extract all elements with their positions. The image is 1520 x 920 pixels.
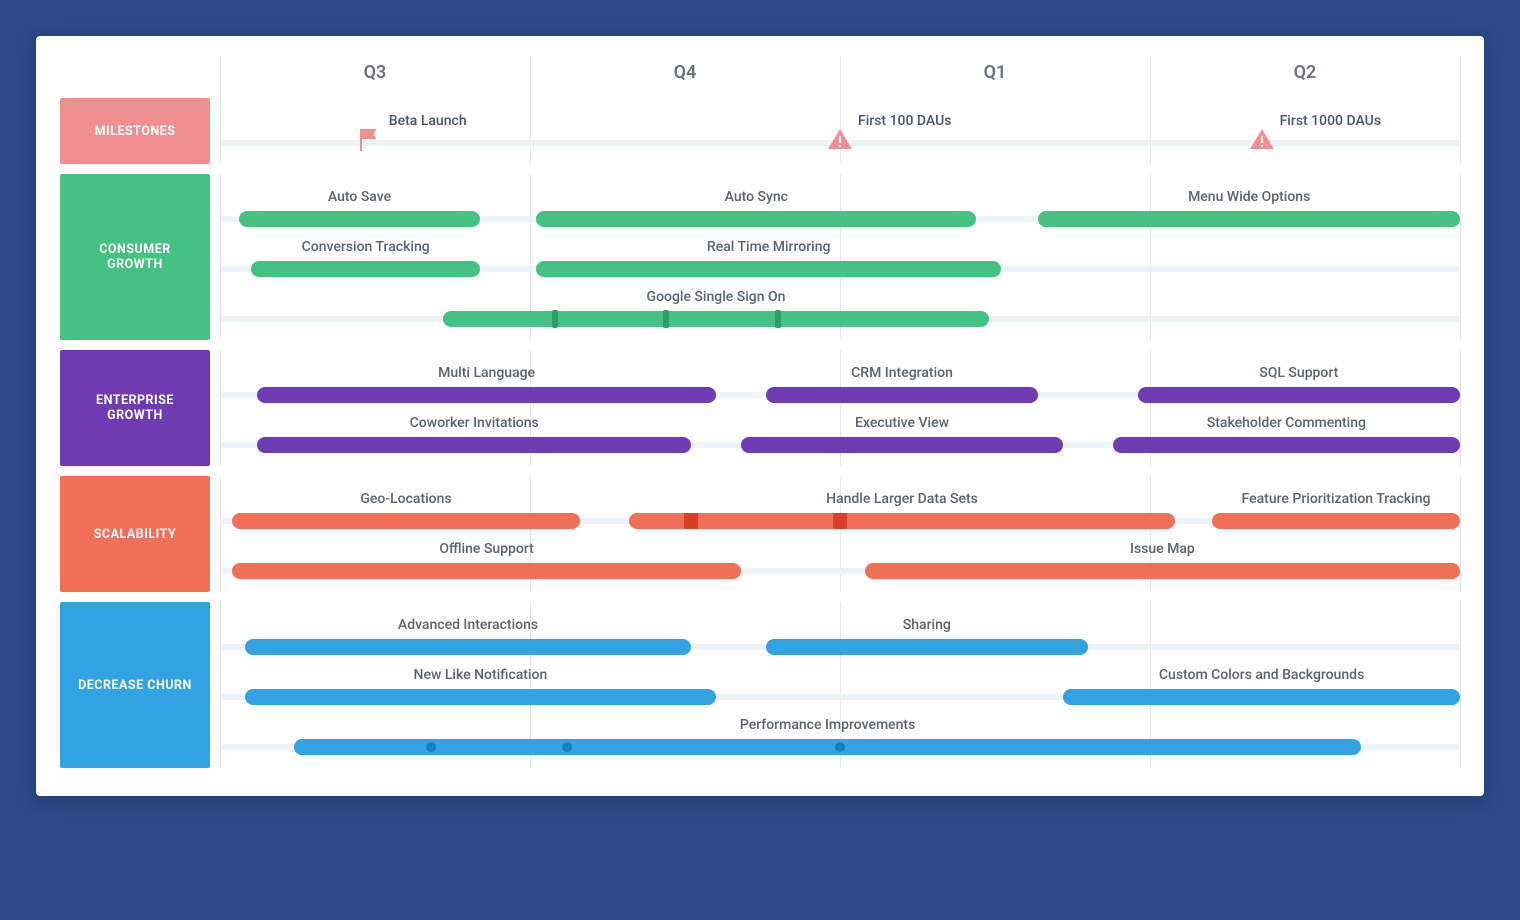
task-bar[interactable] — [232, 513, 579, 529]
warning-icon — [1249, 127, 1275, 155]
lane-block: Beta Launch First 100 DAUs First 1000 DAUs — [220, 98, 1460, 164]
task-bar[interactable] — [865, 563, 1460, 579]
lane-separator — [220, 340, 1460, 350]
task-bar-label: Feature Prioritization Tracking — [1242, 491, 1431, 507]
task-bar-label: Executive View — [855, 415, 949, 431]
task-bar-label: Issue Map — [1130, 541, 1195, 557]
task-tick — [663, 310, 669, 328]
timeline-row: Coworker Invitations Executive View Stakeh… — [220, 408, 1460, 458]
task-tick — [775, 310, 781, 328]
task-dot — [426, 742, 436, 752]
gridline — [1460, 476, 1461, 592]
task-bar[interactable] — [232, 563, 740, 579]
task-bar[interactable] — [257, 437, 691, 453]
gridline — [1460, 56, 1461, 98]
task-bar-label: CRM Integration — [851, 365, 953, 381]
lane-label: DECREASE CHURN — [60, 602, 210, 768]
quarter-label: Q4 — [530, 56, 840, 98]
lane-separator — [220, 164, 1460, 174]
task-bar[interactable] — [1038, 211, 1460, 227]
task-bar[interactable] — [536, 211, 976, 227]
task-bar[interactable] — [239, 211, 481, 227]
timeline-row: Beta Launch First 100 DAUs First 1000 DAUs — [220, 106, 1460, 156]
task-bar-label: Auto Save — [328, 189, 391, 205]
task-tick — [552, 310, 558, 328]
quarter-label: Q2 — [1150, 56, 1460, 98]
task-bar-label: Geo-Locations — [360, 491, 451, 507]
task-marker — [833, 513, 847, 529]
task-bar[interactable] — [251, 261, 480, 277]
gridline — [1460, 350, 1461, 466]
milestone-label: Beta Launch — [389, 113, 467, 129]
task-dot — [835, 742, 845, 752]
task-bar[interactable] — [245, 639, 691, 655]
task-bar-label: Auto Sync — [725, 189, 788, 205]
lane-separator — [60, 340, 210, 350]
quarter-label: Q3 — [220, 56, 530, 98]
warning-icon — [827, 127, 853, 155]
header-spacer — [60, 56, 210, 98]
lane-block: Multi Language CRM Integration SQL Support… — [220, 350, 1460, 466]
timeline-row: Advanced Interactions Sharing — [220, 610, 1460, 660]
lane-label: SCALABILITY — [60, 476, 210, 592]
lane-label: ENTERPRISE GROWTH — [60, 350, 210, 466]
task-bar[interactable] — [257, 387, 716, 403]
task-bar-label: Stakeholder Commenting — [1207, 415, 1366, 431]
task-bar-label: Offline Support — [439, 541, 533, 557]
timeline-row: Conversion Tracking Real Time Mirroring — [220, 232, 1460, 282]
task-bar-label: New Like Notification — [414, 667, 548, 683]
task-bar-label: Handle Larger Data Sets — [826, 491, 978, 507]
timeline-row: Geo-Locations Handle Larger Data Sets Feat… — [220, 484, 1460, 534]
lane-label: CONSUMER GROWTH — [60, 174, 210, 340]
milestone-label: First 100 DAUs — [858, 113, 951, 129]
task-bar-label: Menu Wide Options — [1188, 189, 1310, 205]
task-bar[interactable] — [766, 387, 1039, 403]
gridline — [1460, 602, 1461, 768]
task-bar[interactable] — [536, 261, 1001, 277]
task-marker — [684, 513, 698, 529]
timeline-row: Google Single Sign On — [220, 282, 1460, 332]
lane-label: MILESTONES — [60, 98, 210, 164]
task-bar[interactable] — [1212, 513, 1460, 529]
timeline-row: New Like Notification Custom Colors and B… — [220, 660, 1460, 710]
lane-separator — [60, 592, 210, 602]
lane-separator — [220, 592, 1460, 602]
timeline-row: Auto Save Auto Sync Menu Wide Options — [220, 182, 1460, 232]
task-bar-label: Sharing — [903, 617, 951, 633]
gridline — [1460, 98, 1461, 164]
task-bar[interactable] — [629, 513, 1175, 529]
task-bar-label: Performance Improvements — [740, 717, 915, 733]
task-bar-label: Google Single Sign On — [647, 289, 786, 305]
task-bar[interactable] — [1063, 689, 1460, 705]
task-bar[interactable] — [741, 437, 1063, 453]
timeline-header: Q3Q4Q1Q2 — [220, 56, 1460, 98]
timeline-row: Performance Improvements — [220, 710, 1460, 760]
task-bar-label: Multi Language — [438, 365, 535, 381]
task-bar-label: Advanced Interactions — [398, 617, 538, 633]
lane-separator — [60, 164, 210, 174]
lane-separator — [220, 466, 1460, 476]
task-bar-label: Conversion Tracking — [302, 239, 430, 255]
lane-block: Geo-Locations Handle Larger Data Sets Feat… — [220, 476, 1460, 592]
task-bar[interactable] — [294, 739, 1360, 755]
lane-block: Auto Save Auto Sync Menu Wide Options Conve… — [220, 174, 1460, 340]
task-bar[interactable] — [1138, 387, 1460, 403]
task-bar[interactable] — [1113, 437, 1460, 453]
task-bar[interactable] — [766, 639, 1088, 655]
task-bar[interactable] — [443, 311, 989, 327]
task-bar-label: SQL Support — [1259, 365, 1338, 381]
task-bar-label: Real Time Mirroring — [707, 239, 831, 255]
roadmap-card: Q3Q4Q1Q2MILESTONESBeta LaunchFirst 100 D… — [36, 36, 1484, 796]
lane-separator — [60, 466, 210, 476]
task-bar-label: Coworker Invitations — [410, 415, 539, 431]
timeline-row: Offline Support Issue Map — [220, 534, 1460, 584]
flag-icon — [358, 127, 380, 153]
lane-block: Advanced Interactions Sharing New Like Not… — [220, 602, 1460, 768]
task-bar-label: Custom Colors and Backgrounds — [1159, 667, 1364, 683]
timeline-row: Multi Language CRM Integration SQL Support — [220, 358, 1460, 408]
quarter-label: Q1 — [840, 56, 1150, 98]
gridline — [1460, 174, 1461, 340]
milestone-label: First 1000 DAUs — [1280, 113, 1381, 129]
task-bar[interactable] — [245, 689, 716, 705]
